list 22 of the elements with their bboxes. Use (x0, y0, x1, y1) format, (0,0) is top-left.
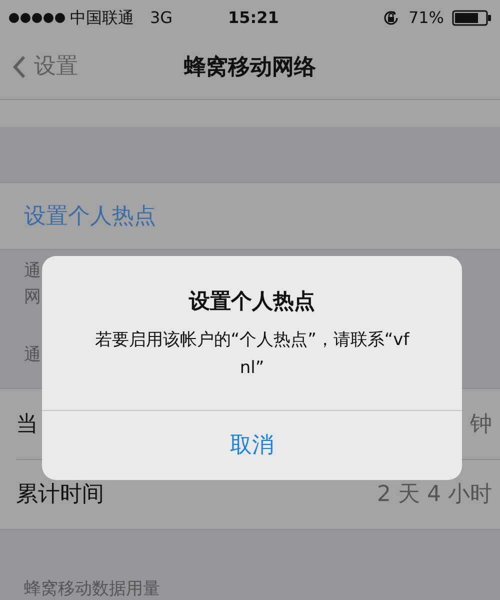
row-label: 当 (16, 410, 38, 438)
section-header: 通 (24, 344, 41, 367)
page-title: 蜂窝移动网络 (184, 54, 316, 82)
battery-icon (452, 10, 492, 26)
footer-text: 通 (24, 260, 41, 283)
alert-message: 若要启用该帐户的“个人热点”，请联系“vf nl” (94, 328, 410, 380)
section-header: 蜂窝移动数据用量 (24, 578, 160, 600)
clock-time: 15:21 (228, 7, 279, 29)
carrier-name: 中国联通 (70, 7, 134, 29)
hotspot-link[interactable]: 设置个人热点 (24, 200, 156, 232)
rotation-lock-icon (382, 9, 400, 27)
alert-title: 设置个人热点 (189, 288, 315, 315)
row-value: 钟 (470, 410, 492, 438)
battery-percent: 71% (408, 7, 444, 29)
row-label: 累计时间 (16, 481, 104, 509)
network-type: 3G (150, 7, 173, 29)
chevron-left-icon (12, 54, 26, 78)
signal-icon (8, 12, 66, 24)
row-value: 2 天 4 小时 (377, 481, 492, 509)
cancel-button[interactable]: 取消 (42, 410, 462, 480)
footer-text: 网 (24, 286, 41, 309)
back-button[interactable]: 设置 (12, 50, 78, 83)
